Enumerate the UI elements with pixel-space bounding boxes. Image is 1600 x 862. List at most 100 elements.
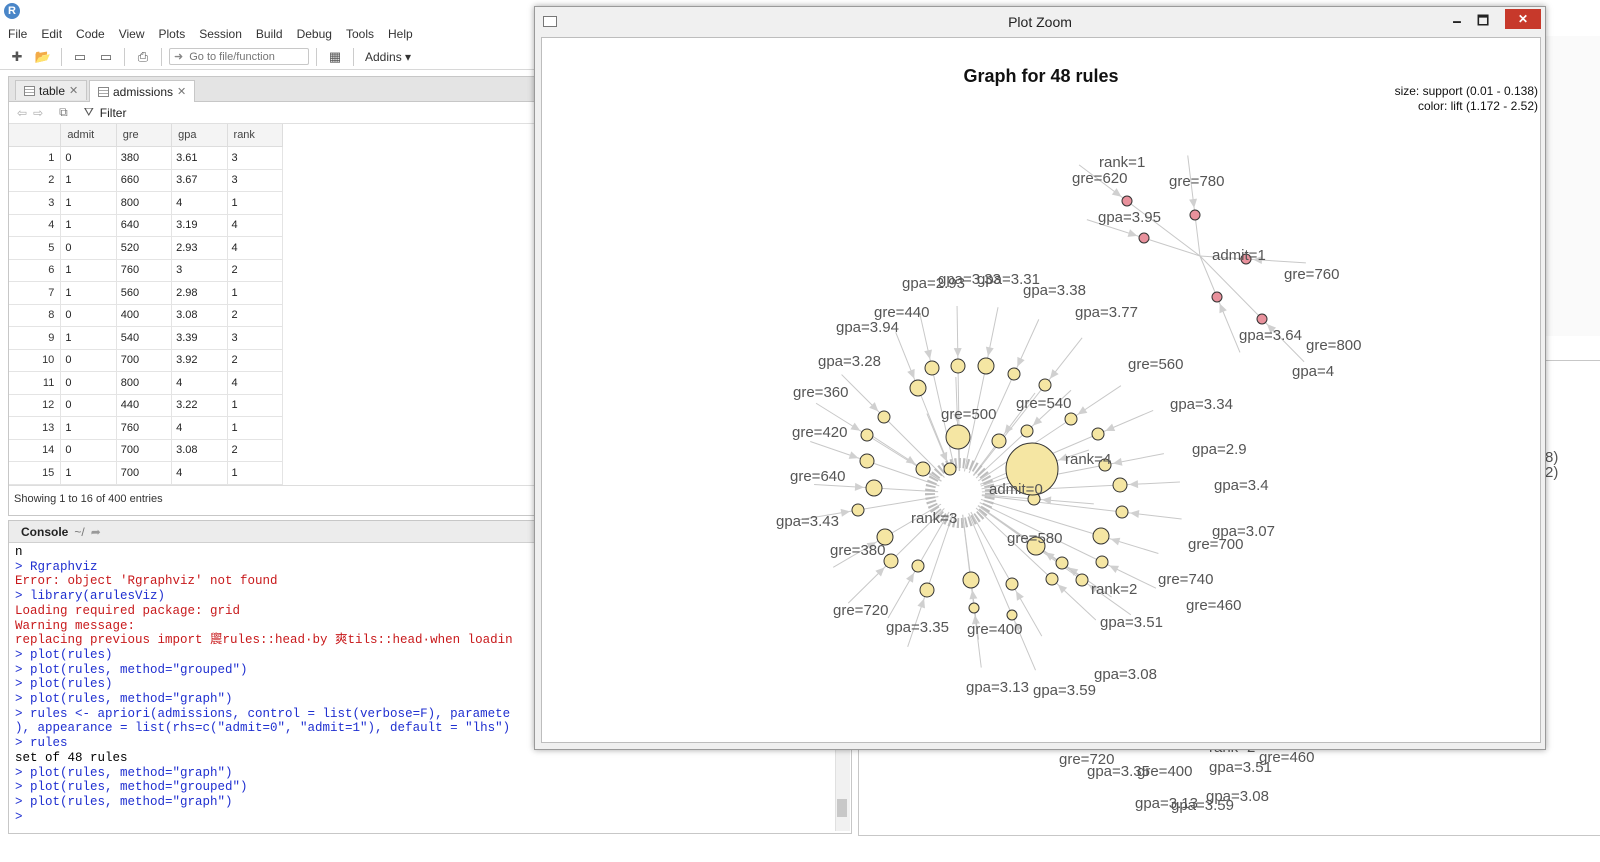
table-row[interactable]: 11 0 800 4 4 [9, 371, 284, 395]
menu-edit[interactable]: Edit [34, 24, 69, 44]
rule-node [883, 553, 899, 569]
column-header[interactable]: gpa [171, 124, 228, 147]
column-header[interactable]: gre [116, 124, 173, 147]
table-cell: 0 [60, 439, 117, 462]
table-row[interactable]: 12 0 440 3.22 1 [9, 394, 284, 417]
menubar: File Edit Code View Plots Session Build Debug To… [0, 24, 560, 44]
addins-menu[interactable]: Addins ▾ [361, 50, 415, 64]
plot-label: 2) [1545, 464, 1559, 481]
table-row[interactable]: 10 0 700 3.92 2 [9, 349, 284, 372]
arrow-head [850, 422, 861, 431]
rule-node [1045, 572, 1059, 586]
maximize-icon[interactable]: 🗖 [1469, 11, 1497, 31]
new-file-icon[interactable]: ✚ [6, 47, 28, 67]
table-row[interactable]: 4 1 640 3.19 4 [9, 214, 284, 237]
rule-node [877, 410, 891, 424]
close-icon[interactable]: ✕ [177, 82, 186, 102]
console-output[interactable]: n > Rgraphviz Error: object 'Rgraphviz' no… [15, 545, 537, 829]
table-row[interactable]: 7 1 560 2.98 1 [9, 281, 284, 305]
column-header[interactable] [9, 124, 62, 147]
menu-help[interactable]: Help [381, 24, 420, 44]
save-icon[interactable]: ▭ [69, 47, 91, 67]
print-icon[interactable]: ⎙ [132, 47, 154, 67]
table-row[interactable]: 14 0 700 3.08 2 [9, 439, 284, 462]
column-header[interactable]: rank [227, 124, 284, 147]
close-icon[interactable]: ✕ [1505, 9, 1541, 29]
console-line: > rules [15, 736, 68, 751]
menu-build[interactable]: Build [249, 24, 290, 44]
minimize-icon[interactable]: 🗕 [1443, 11, 1471, 31]
arrow-head [985, 346, 994, 357]
table-row[interactable]: 1 0 380 3.61 3 [9, 146, 284, 170]
back-arrow-icon[interactable]: ⇦ [17, 106, 27, 120]
workspace-panes-icon[interactable]: ▦ [324, 47, 346, 67]
item-edge [847, 560, 892, 604]
console-line: > plot(rules, method="grouped") [15, 780, 248, 795]
row-number: 13 [9, 416, 62, 440]
window-title: Plot Zoom [1008, 14, 1072, 30]
table-cell: 380 [116, 146, 173, 170]
goto-dir-icon[interactable]: ➦ [91, 525, 101, 539]
filter-icon[interactable]: ⛛ [84, 105, 94, 120]
table-cell: 1 [227, 191, 284, 215]
plot-zoom-window: Plot Zoom 🗕 🗖 ✕ Graph for 48 rules size: … [534, 6, 1546, 750]
rule-node [859, 453, 875, 469]
menu-debug[interactable]: Debug [290, 24, 339, 44]
popout-icon[interactable]: ⧉ [59, 105, 68, 120]
goto-file-field[interactable]: ➜ [169, 48, 309, 65]
table-row[interactable]: 6 1 760 3 2 [9, 259, 284, 282]
table-row[interactable]: 15 1 700 4 1 [9, 461, 284, 485]
table-row[interactable]: 5 0 520 2.93 4 [9, 236, 284, 260]
forward-arrow-icon[interactable]: ⇨ [33, 106, 43, 120]
rule-node [1095, 555, 1109, 569]
toolbar-divider [61, 47, 62, 66]
item-label: gre=580 [1007, 530, 1062, 547]
console-path: ~/ [74, 524, 85, 539]
console-line: > Rgraphviz [15, 559, 98, 574]
menu-plots[interactable]: Plots [152, 24, 193, 44]
table-cell: 4 [227, 371, 284, 395]
open-file-icon[interactable]: 📂 [32, 47, 54, 67]
arrow-head [1077, 406, 1088, 415]
console-line: replacing previous import 䢉rules::head·b… [15, 633, 513, 648]
menu-code[interactable]: Code [69, 24, 112, 44]
row-number: 1 [9, 146, 62, 170]
menu-file[interactable]: File [0, 24, 34, 44]
close-icon[interactable]: ✕ [69, 81, 78, 101]
arrow-head [1189, 198, 1198, 209]
table-cell: 1 [60, 191, 117, 215]
table-cell: 1 [60, 214, 117, 237]
menu-view[interactable]: View [112, 24, 152, 44]
table-row[interactable]: 8 0 400 3.08 2 [9, 304, 284, 327]
toolbar-divider [316, 47, 317, 66]
column-header[interactable]: admit [60, 124, 117, 147]
console-title[interactable]: Console [21, 525, 68, 539]
table-status: Showing 1 to 16 of 400 entries [9, 485, 539, 511]
table-row[interactable]: 3 1 800 4 1 [9, 191, 284, 215]
goto-file-input[interactable] [187, 49, 302, 64]
tab-admissions[interactable]: admissions ✕ [89, 80, 196, 102]
table-row[interactable]: 9 1 540 3.39 3 [9, 326, 284, 350]
menu-session[interactable]: Session [192, 24, 249, 44]
table-row[interactable]: 2 1 660 3.67 3 [9, 169, 284, 192]
tab-label: table [39, 83, 66, 98]
item-label: gre=620 [1072, 170, 1127, 187]
zoom-titlebar[interactable]: Plot Zoom 🗕 🗖 ✕ [535, 7, 1545, 37]
console-line: > plot(rules, method="graph") [15, 765, 233, 780]
item-label: gpa=3.64 [1239, 327, 1302, 344]
item-label: gpa=3.35 [886, 619, 949, 636]
rule-node [860, 428, 874, 442]
scrollbar-thumb[interactable] [837, 799, 847, 817]
item-label: gre=780 [1169, 173, 1224, 190]
table-cell: 3.67 [171, 169, 228, 192]
menu-tools[interactable]: Tools [339, 24, 381, 44]
filter-button[interactable]: Filter [100, 106, 127, 120]
tab-table[interactable]: table ✕ [15, 80, 88, 101]
table-cell: 540 [116, 326, 173, 350]
console-line: > library(arulesViz) [15, 589, 166, 604]
save-all-icon[interactable]: ▭ [95, 47, 117, 67]
arrow-head [1049, 369, 1059, 379]
rule-edge [1194, 214, 1201, 257]
table-row[interactable]: 13 1 760 4 1 [9, 416, 284, 440]
arrow-head [969, 589, 978, 600]
